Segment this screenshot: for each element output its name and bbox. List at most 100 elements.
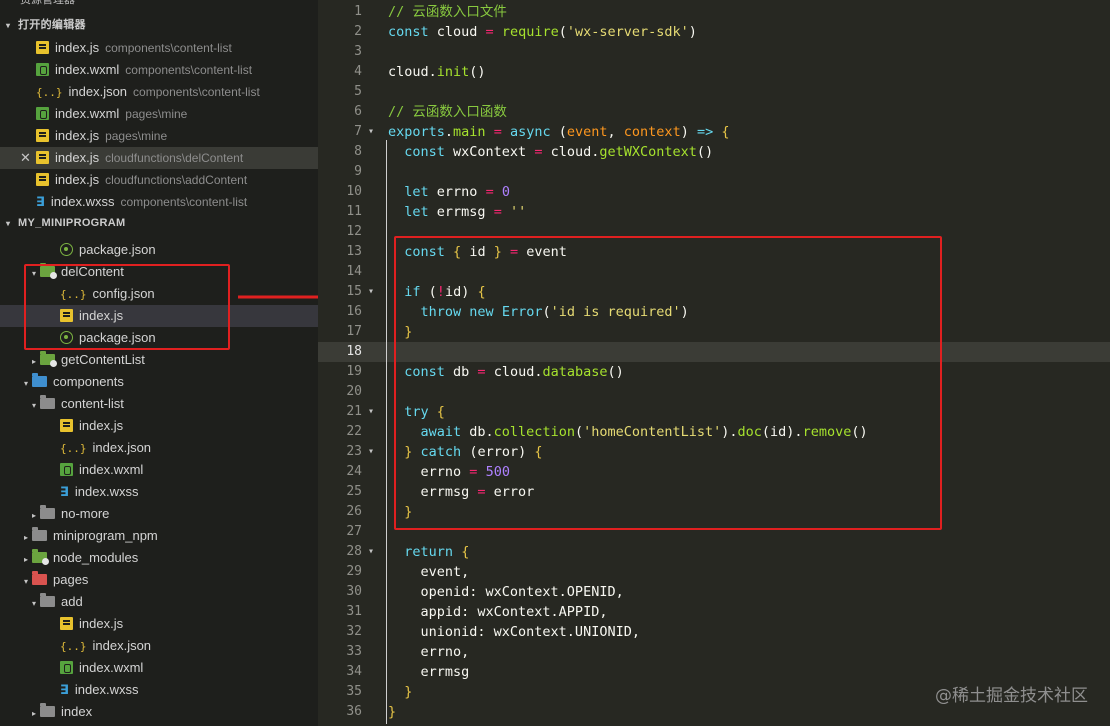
fold-chevron-icon[interactable]: ▾ [368, 542, 374, 562]
code-line[interactable]: 30 openid: wxContext.OPENID, [318, 582, 1110, 602]
code-line[interactable]: 2 const cloud = require('wx-server-sdk') [318, 22, 1110, 42]
tree-item[interactable]: ▾ pages [0, 569, 318, 591]
open-editor-item[interactable]: index.js pages\mine [0, 125, 318, 147]
open-editor-item[interactable]: index.wxml pages\mine [0, 103, 318, 125]
tree-item[interactable]: index.wxml [0, 459, 318, 481]
code-line[interactable]: 31 appid: wxContext.APPID, [318, 602, 1110, 622]
wxml-icon [36, 63, 49, 76]
tree-item[interactable]: ▾ delContent [0, 261, 318, 283]
code-line[interactable]: 22 await db.collection('homeContentList'… [318, 422, 1110, 442]
tree-item[interactable]: ▸ index [0, 701, 318, 723]
code-line[interactable]: 33 errno, [318, 642, 1110, 662]
open-editor-item[interactable]: ✕ index.js cloudfunctions\delContent [0, 147, 318, 169]
line-number: 17 [346, 324, 362, 339]
code-token: db. [461, 424, 494, 440]
code-line[interactable]: 9 [318, 162, 1110, 182]
tree-item[interactable]: {..} config.json [0, 283, 318, 305]
code-line[interactable]: 17 } [318, 322, 1110, 342]
fold-chevron-icon[interactable]: ▾ [368, 122, 374, 142]
tree-item[interactable]: {..} index.json [0, 635, 318, 657]
code-token: // 云函数入口文件 [388, 4, 507, 20]
tree-item[interactable]: ▾ components [0, 371, 318, 393]
close-icon[interactable]: ✕ [20, 147, 31, 169]
line-number: 15 [346, 284, 362, 299]
code-line[interactable]: 15 ▾ if (!id) { [318, 282, 1110, 302]
code-line[interactable]: 8 const wxContext = cloud.getWXContext() [318, 142, 1110, 162]
code-token: } [404, 684, 413, 700]
code-line[interactable]: 11 let errmsg = '' [318, 202, 1110, 222]
open-editors-header[interactable]: ▾ 打开的编辑器 [0, 14, 318, 36]
code-line[interactable]: 3 [318, 42, 1110, 62]
fold-chevron-icon[interactable]: ▾ [368, 282, 374, 302]
open-editor-item[interactable]: index.js components\content-list [0, 37, 318, 59]
open-editor-item[interactable]: ∃ index.wxss components\content-list [0, 191, 318, 213]
code-text: } [388, 682, 412, 702]
code-line[interactable]: 27 [318, 522, 1110, 542]
code-line[interactable]: 10 let errno = 0 [318, 182, 1110, 202]
code-token: 'homeContentList' [583, 424, 722, 440]
tree-item[interactable]: ▾ content-list [0, 393, 318, 415]
code-line[interactable]: 14 [318, 262, 1110, 282]
json-icon: {..} [36, 86, 63, 99]
tree-item[interactable]: ∃ index.wxss [0, 679, 318, 701]
tree-item[interactable]: index.js [0, 415, 318, 437]
code-token: ( [558, 24, 567, 40]
code-line[interactable]: 29 event, [318, 562, 1110, 582]
code-text: errno, [388, 642, 470, 662]
code-token: Error [501, 304, 543, 320]
fold-chevron-icon[interactable]: ▾ [368, 402, 374, 422]
code-token: await [420, 424, 462, 440]
js-icon [60, 309, 73, 322]
code-line[interactable]: 21 ▾ try { [318, 402, 1110, 422]
code-line[interactable]: 25 errmsg = error [318, 482, 1110, 502]
project-header[interactable]: ▾ MY_MINIPROGRAM [0, 212, 318, 234]
tree-item-label: config.json [92, 286, 155, 301]
code-line[interactable]: 13 const { id } = event [318, 242, 1110, 262]
code-line[interactable]: 19 const db = cloud.database() [318, 362, 1110, 382]
tree-item[interactable]: package.json [0, 239, 318, 261]
tree-item[interactable]: ▸ no-more [0, 503, 318, 525]
code-line[interactable]: 1 // 云函数入口文件 [318, 2, 1110, 22]
tree-item[interactable]: {..} index.json [0, 437, 318, 459]
tree-item[interactable]: index.js [0, 305, 318, 327]
code-line[interactable]: 20 [318, 382, 1110, 402]
code-line[interactable]: 32 unionid: wxContext.UNIONID, [318, 622, 1110, 642]
code-editor[interactable]: 1// 云函数入口文件 2 const cloud = require('wx-se… [318, 0, 1110, 726]
tree-item[interactable]: ▸ node_modules [0, 547, 318, 569]
open-editor-item[interactable]: index.js cloudfunctions\addContent [0, 169, 318, 191]
tree-item[interactable]: index.js [0, 613, 318, 635]
code-line[interactable]: 18 [318, 342, 1110, 362]
code-line[interactable]: 28 ▾ return { [318, 542, 1110, 562]
code-line[interactable]: 16 throw new Error('id is required') [318, 302, 1110, 322]
code-line[interactable]: 6 // 云函数入口函数 [318, 102, 1110, 122]
tree-item-label: index.wxml [79, 660, 144, 675]
file-path: components\content-list [120, 195, 248, 209]
tree-item[interactable]: index.wxml [0, 657, 318, 679]
chevron-right-icon: ▸ [23, 533, 28, 542]
code-line[interactable]: 5 [318, 82, 1110, 102]
line-number: 34 [346, 664, 362, 679]
folder-icon [40, 593, 55, 607]
json-icon: {..} [60, 640, 87, 653]
fold-chevron-icon[interactable]: ▾ [368, 442, 374, 462]
tree-item[interactable]: ▸ getContentList [0, 349, 318, 371]
open-editor-item[interactable]: {..} index.json components\content-list [0, 81, 318, 103]
code-line[interactable]: 7 ▾ exports.main = async (event, context) … [318, 122, 1110, 142]
code-line[interactable]: 34 errmsg [318, 662, 1110, 682]
code-line[interactable]: 23 ▾ } catch (error) { [318, 442, 1110, 462]
code-line[interactable]: 24 errno = 500 [318, 462, 1110, 482]
code-token: { [534, 444, 543, 460]
code-line[interactable]: 4 cloud.init() [318, 62, 1110, 82]
code-token: id [461, 244, 494, 260]
tree-item[interactable]: ∃ index.wxss [0, 481, 318, 503]
tree-item[interactable]: ▾ add [0, 591, 318, 613]
code-line[interactable]: 26 } [318, 502, 1110, 522]
tree-item[interactable]: package.json [0, 327, 318, 349]
open-editor-item[interactable]: index.wxml components\content-list [0, 59, 318, 81]
tree-item[interactable]: ▸ miniprogram_npm [0, 525, 318, 547]
wxml-icon [36, 107, 49, 120]
code-line[interactable]: 12 [318, 222, 1110, 242]
